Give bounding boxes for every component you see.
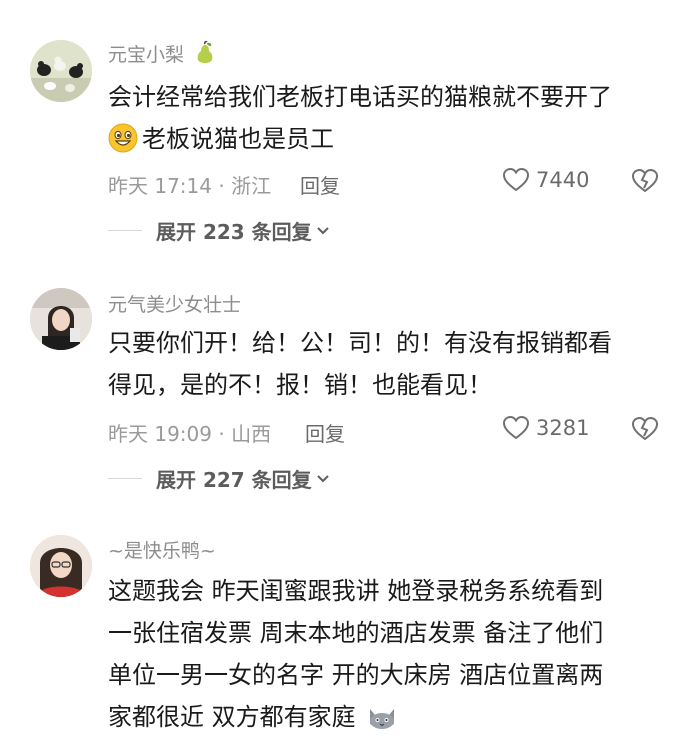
avatar-cats-image [30, 40, 92, 102]
reply-button[interactable]: 回复 [300, 170, 340, 199]
heart-icon [502, 167, 530, 192]
comment-text: 这题我会 昨天闺蜜跟我讲 她登录税务系统看到 一张住宿发票 周末本地的酒店发票 … [108, 577, 604, 731]
pear-icon [197, 40, 213, 63]
comment-author[interactable]: 元宝小梨 [108, 40, 218, 67]
grinning-face-icon [108, 123, 138, 153]
avatar[interactable] [30, 535, 92, 597]
comment-text: 只要你们开！给！公！司！的！有没有报销都看 得见，是的不！报！销！也能看见！ [108, 329, 612, 399]
like-count: 3281 [536, 416, 590, 440]
comment-meta: 昨天 17:14 · 浙江 [108, 174, 272, 198]
like-count: 7440 [536, 168, 590, 192]
like-button[interactable]: 7440 [502, 167, 589, 193]
heart-icon [502, 415, 530, 440]
divider [108, 230, 142, 231]
broken-heart-icon[interactable] [631, 167, 659, 195]
avatar[interactable] [30, 40, 92, 102]
expand-replies-button[interactable]: 展开 223 条回复 [108, 216, 330, 245]
avatar[interactable] [30, 288, 92, 350]
divider [108, 478, 142, 479]
avatar-portrait-image [30, 288, 92, 350]
chevron-down-icon [316, 474, 329, 482]
chevron-down-icon [316, 226, 329, 234]
avatar-portrait-image [30, 535, 92, 597]
comment-author[interactable]: ~是快乐鸭~ [108, 536, 216, 563]
broken-heart-icon[interactable] [631, 415, 659, 443]
comment-text: 会计经常给我们老板打电话买的猫粮就不要开了 老板说猫也是员工 [108, 83, 612, 153]
expand-replies-button[interactable]: 展开 227 条回复 [108, 464, 330, 493]
reply-button[interactable]: 回复 [305, 418, 345, 447]
like-button[interactable]: 3281 [502, 415, 589, 441]
cat-face-icon [370, 709, 395, 729]
comment-meta: 昨天 19:09 · 山西 [108, 422, 272, 446]
comment-author[interactable]: 元气美少女壮士 [108, 290, 241, 317]
